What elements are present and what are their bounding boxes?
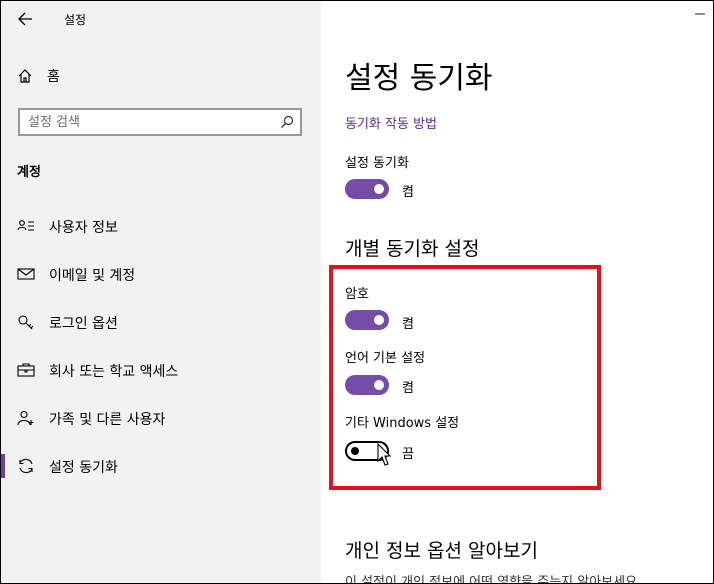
- other-windows-settings-state: 끔: [402, 447, 414, 462]
- key-icon: [18, 315, 34, 330]
- home-icon: [18, 69, 32, 83]
- sidebar-item-your-info[interactable]: 사용자 정보: [1, 206, 321, 246]
- passwords-state: 켬: [402, 317, 414, 332]
- search-box[interactable]: [18, 108, 302, 136]
- search-input[interactable]: [28, 113, 268, 131]
- sidebar-item-label: 가족 및 다른 사용자: [49, 412, 166, 428]
- sidebar-item-sign-in-options[interactable]: 로그인 옵션: [1, 302, 321, 342]
- window-title: 설정: [64, 13, 87, 27]
- sidebar-item-work-school[interactable]: 회사 또는 학교 액세스: [1, 350, 321, 390]
- briefcase-icon: [17, 363, 35, 377]
- privacy-description: 이 설정이 개인 정보에 어떤 영향을 주는지 알아보세요: [345, 575, 638, 584]
- language-prefs-toggle[interactable]: [345, 375, 389, 395]
- sync-settings-state: 켬: [402, 185, 414, 200]
- search-icon[interactable]: [280, 115, 294, 129]
- section-title-accounts: 계정: [17, 165, 41, 180]
- individual-sync-title: 개별 동기화 설정: [345, 238, 480, 260]
- user-card-icon: [17, 220, 34, 231]
- sidebar-item-label: 이메일 및 계정: [49, 268, 136, 284]
- sidebar-item-label: 회사 또는 학교 액세스: [49, 364, 179, 380]
- sidebar: 설정 홈 계정 사용자 정보 이메일 및 계정 로그인 옵션 회사 또는 학교 …: [1, 1, 321, 583]
- passwords-label: 암호: [345, 287, 369, 302]
- active-indicator: [1, 454, 5, 478]
- mouse-cursor-icon: [377, 443, 391, 466]
- back-arrow-icon: [18, 12, 32, 26]
- privacy-options-title: 개인 정보 옵션 알아보기: [345, 540, 538, 562]
- toggle-knob: [374, 380, 384, 390]
- toggle-knob: [351, 447, 359, 455]
- how-sync-works-link[interactable]: 동기화 작동 방법: [345, 113, 437, 132]
- toggle-knob: [374, 184, 384, 194]
- sync-icon: [19, 458, 33, 474]
- sidebar-item-home[interactable]: 홈: [17, 65, 60, 87]
- sidebar-item-label: 로그인 옵션: [49, 316, 118, 332]
- language-prefs-label: 언어 기본 설정: [345, 351, 426, 366]
- sidebar-item-sync-settings[interactable]: 설정 동기화: [1, 446, 321, 486]
- passwords-toggle[interactable]: [345, 310, 389, 330]
- main-content: 설정 동기화 동기화 작동 방법 설정 동기화 켬 개별 동기화 설정 암호 켬…: [321, 1, 713, 584]
- other-windows-settings-label: 기타 Windows 설정: [345, 416, 460, 431]
- home-label: 홈: [47, 69, 60, 85]
- person-add-icon: [17, 410, 34, 426]
- sync-settings-label: 설정 동기화: [345, 156, 409, 171]
- sidebar-item-email-accounts[interactable]: 이메일 및 계정: [1, 254, 321, 294]
- sidebar-item-family[interactable]: 가족 및 다른 사용자: [1, 398, 321, 438]
- scroll-up-icon[interactable]: [695, 13, 705, 21]
- settings-window: 설정 홈 계정 사용자 정보 이메일 및 계정 로그인 옵션 회사 또는 학교 …: [0, 0, 714, 584]
- sync-settings-toggle[interactable]: [345, 179, 389, 199]
- language-prefs-state: 켬: [402, 381, 414, 396]
- page-title: 설정 동기화: [345, 61, 493, 96]
- sidebar-item-label: 사용자 정보: [49, 220, 118, 236]
- mail-icon: [17, 268, 35, 280]
- back-button[interactable]: [15, 9, 37, 29]
- toggle-knob: [374, 315, 384, 325]
- sidebar-item-label: 설정 동기화: [49, 460, 118, 476]
